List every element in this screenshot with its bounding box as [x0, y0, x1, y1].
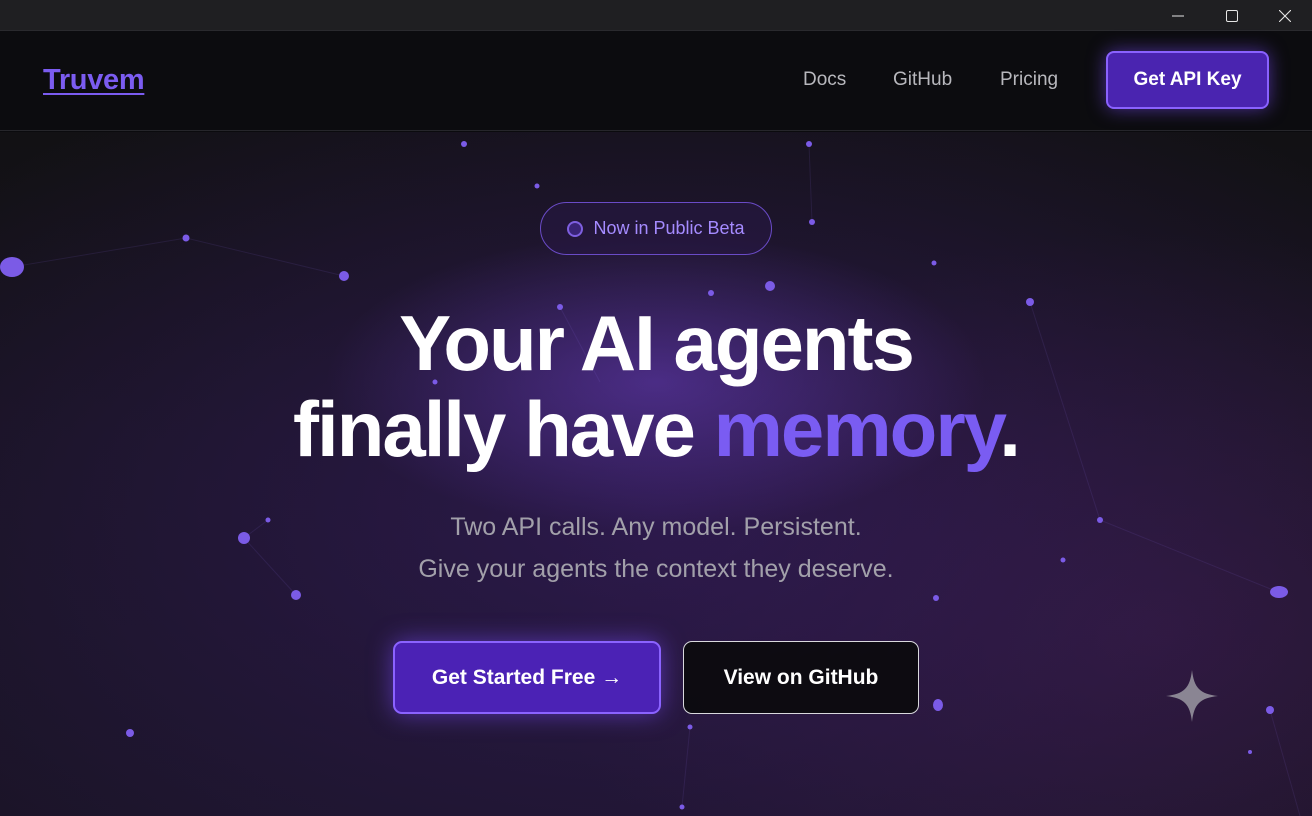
close-icon: [1279, 9, 1291, 22]
maximize-icon: [1226, 9, 1238, 22]
sparkle-icon: [1166, 670, 1218, 722]
status-dot-icon: [567, 220, 584, 237]
nav-link-github[interactable]: GitHub: [893, 69, 952, 91]
hero-headline: Your AI agents finally have memory.: [0, 300, 1312, 472]
minimize-icon: [1172, 15, 1184, 16]
view-on-github-button[interactable]: View on GitHub: [683, 641, 919, 714]
close-button[interactable]: [1258, 0, 1312, 31]
nav-link-docs[interactable]: Docs: [803, 69, 846, 91]
headline-line-2-prefix: finally have: [293, 385, 714, 473]
get-api-key-button[interactable]: Get API Key: [1106, 51, 1269, 109]
headline-line-1: Your AI agents: [399, 299, 915, 387]
top-navbar: Truvem Docs GitHub Pricing Get API Key: [0, 31, 1312, 131]
headline-accent-word: memory: [713, 385, 1002, 473]
subtitle-line-2: Give your agents the context they deserv…: [418, 555, 894, 583]
nav-link-pricing[interactable]: Pricing: [1000, 69, 1058, 91]
headline-period: .: [999, 385, 1021, 473]
minimize-button[interactable]: [1151, 0, 1205, 31]
brand-logo[interactable]: Truvem: [43, 64, 145, 97]
hero-subtitle: Two API calls. Any model. Persistent. Gi…: [0, 506, 1312, 590]
hero-section: Now in Public Beta Your AI agents finall…: [0, 132, 1312, 816]
maximize-button[interactable]: [1205, 0, 1259, 31]
public-beta-badge: Now in Public Beta: [540, 202, 772, 255]
beta-badge-label: Now in Public Beta: [593, 218, 745, 238]
subtitle-line-1: Two API calls. Any model. Persistent.: [450, 513, 862, 541]
window-titlebar: [0, 0, 1312, 31]
get-started-free-button[interactable]: Get Started Free →: [393, 641, 661, 714]
